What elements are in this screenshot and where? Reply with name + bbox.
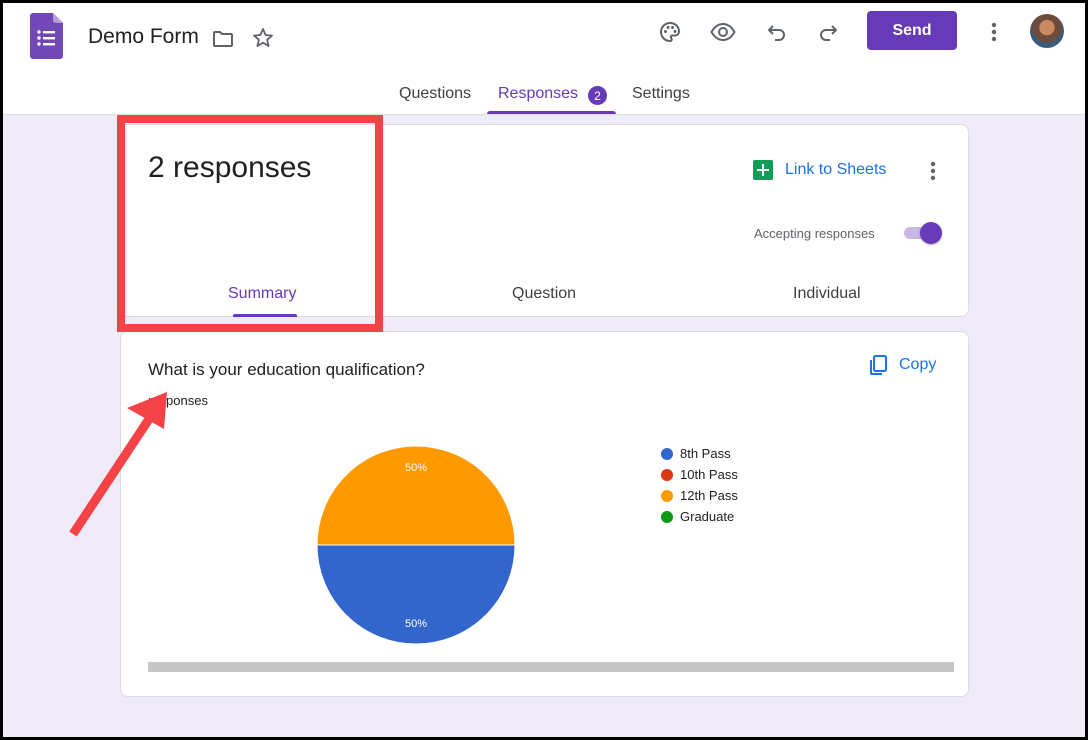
undo-icon[interactable] — [763, 18, 791, 46]
legend-swatch — [661, 510, 673, 523]
form-tabs: Questions Responses 2 Settings — [3, 75, 1085, 115]
legend-item: Graduate — [661, 506, 738, 527]
tab-responses[interactable]: Responses — [498, 85, 578, 103]
legend-label: 12th Pass — [680, 488, 738, 503]
google-forms-logo[interactable] — [30, 13, 63, 59]
active-tab-indicator — [487, 111, 616, 114]
responses-subtitle: responses — [148, 393, 208, 408]
star-icon[interactable] — [250, 25, 276, 51]
send-button[interactable]: Send — [867, 11, 957, 50]
subtab-individual[interactable]: Individual — [793, 285, 861, 303]
legend-swatch — [661, 468, 673, 481]
copy-chart-button[interactable]: Copy — [867, 354, 936, 376]
top-bar: Demo Form Send Questions Responses 2 Set… — [3, 3, 1085, 115]
tab-questions[interactable]: Questions — [399, 85, 471, 103]
annotation-highlight-box — [117, 115, 383, 332]
redo-icon[interactable] — [814, 18, 842, 46]
legend-item: 12th Pass — [661, 485, 738, 506]
app-frame: Demo Form Send Questions Responses 2 Set… — [3, 3, 1085, 737]
legend-item: 10th Pass — [661, 464, 738, 485]
horizontal-scrollbar[interactable] — [148, 662, 954, 672]
copy-label: Copy — [899, 356, 937, 373]
copy-icon — [870, 355, 887, 375]
legend-item: 8th Pass — [661, 443, 738, 464]
toggle-knob — [920, 222, 942, 244]
link-to-sheets-button[interactable]: Link to Sheets — [753, 159, 886, 181]
responses-count-badge: 2 — [588, 86, 607, 105]
pie-slice-label: 50% — [405, 618, 427, 630]
question-summary-card: What is your education qualification? Co… — [120, 331, 969, 697]
subtab-question[interactable]: Question — [512, 285, 576, 303]
accepting-responses-toggle[interactable] — [902, 222, 943, 244]
preview-eye-icon[interactable] — [708, 18, 738, 46]
pie-slice-label: 50% — [405, 462, 427, 474]
legend-label: Graduate — [680, 509, 735, 524]
link-to-sheets-label: Link to Sheets — [785, 161, 887, 178]
sheets-icon — [753, 160, 773, 180]
chart-legend: 8th Pass 10th Pass 12th Pass Graduate — [661, 443, 738, 527]
form-title[interactable]: Demo Form — [88, 25, 199, 49]
tab-settings[interactable]: Settings — [632, 85, 690, 103]
legend-label: 8th Pass — [680, 446, 731, 461]
folder-icon[interactable] — [210, 26, 236, 52]
palette-icon[interactable] — [656, 18, 684, 46]
more-vert-icon[interactable] — [982, 18, 1006, 46]
question-title: What is your education qualification? — [148, 360, 425, 379]
accepting-responses-label: Accepting responses — [754, 226, 875, 241]
legend-swatch — [661, 447, 673, 460]
responses-more-icon[interactable] — [923, 158, 943, 184]
legend-swatch — [661, 489, 673, 502]
legend-label: 10th Pass — [680, 467, 738, 482]
avatar[interactable] — [1030, 14, 1064, 48]
pie-chart: 50% 50% — [316, 445, 516, 645]
